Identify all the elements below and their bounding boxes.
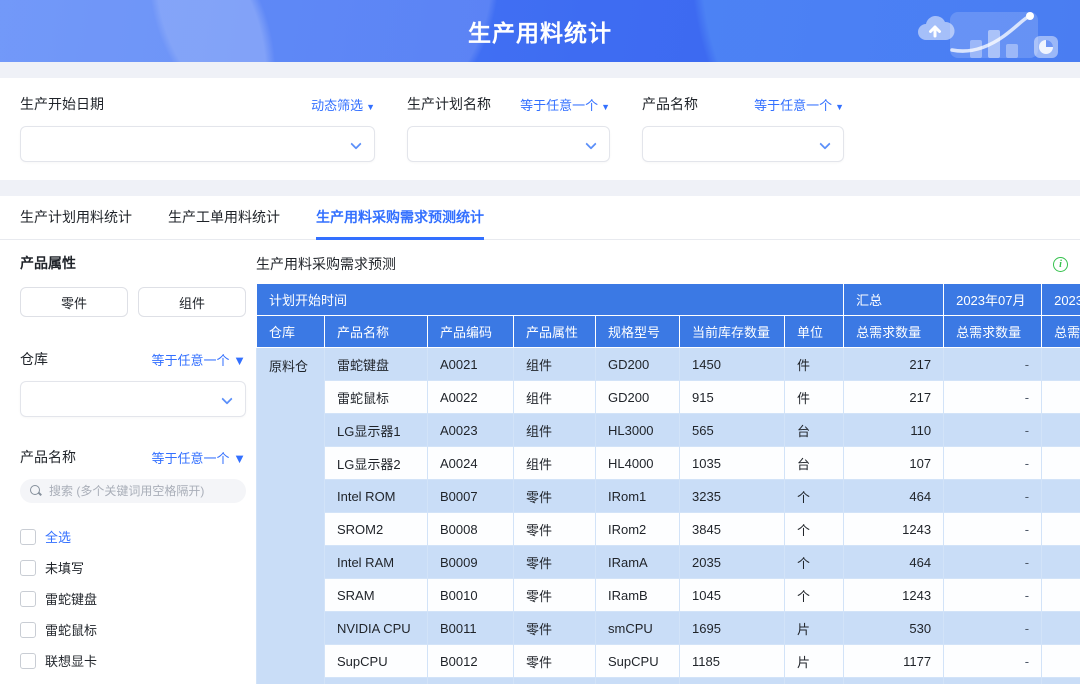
- warehouse-condition-link[interactable]: 等于任意一个 ▼: [152, 350, 246, 369]
- checkbox-razer-keyboard[interactable]: 雷蛇键盘: [20, 583, 246, 614]
- filter-group-product-name: 产品名称 等于任意一个▼: [642, 94, 844, 162]
- caret-down-icon: ▼: [366, 102, 375, 112]
- sidebar-product-name-label: 产品名称: [20, 447, 76, 467]
- chevron-down-icon: [819, 138, 830, 149]
- product-search-box: [20, 479, 246, 503]
- product-name-condition-link[interactable]: 等于任意一个▼: [754, 95, 844, 114]
- product-attribute-title: 产品属性: [20, 253, 246, 273]
- pie-chart-icon: [1034, 36, 1058, 58]
- tab-purchase-forecast-stats[interactable]: 生产用料采购需求预测统计: [316, 196, 484, 240]
- caret-down-icon: ▼: [601, 102, 610, 112]
- page-title: 生产用料统计: [468, 14, 612, 48]
- checkbox-select-all[interactable]: 全选: [20, 521, 246, 552]
- table-row[interactable]: NVIDIA CPUB0011零件smCPU1695片530-: [257, 612, 1080, 645]
- warehouse-label: 仓库: [20, 349, 48, 369]
- col-group-summary: 汇总: [844, 284, 944, 316]
- col-group-plan-start-time: 计划开始时间: [257, 284, 844, 316]
- attribute-button-components[interactable]: 组件: [138, 287, 246, 317]
- forecast-table: 计划开始时间 汇总 2023年07月 2023年0 仓库 产品名称 产品编码 产…: [256, 283, 1080, 684]
- col-group-month-next: 2023年0: [1042, 284, 1080, 316]
- checkbox-icon[interactable]: [20, 560, 36, 576]
- plan-name-select[interactable]: [407, 126, 610, 162]
- table-row[interactable]: Intel ROMB0007零件IRom13235个464-: [257, 480, 1080, 513]
- col-product-name: 产品名称: [325, 316, 428, 348]
- search-icon: [30, 485, 43, 498]
- checkbox-lenovo-hdd[interactable]: 联想硬盘: [20, 676, 246, 684]
- banner-analytics-decoration: [912, 6, 1062, 58]
- table-group-header-row: 计划开始时间 汇总 2023年07月 2023年0: [257, 284, 1080, 316]
- checkbox-razer-mouse[interactable]: 雷蛇鼠标: [20, 614, 246, 645]
- tab-bar: 生产计划用料统计 生产工单用料统计 生产用料采购需求预测统计: [0, 196, 1080, 240]
- col-unit: 单位: [785, 316, 844, 348]
- table-row[interactable]: SRAMB0010零件IRamB1045个1243-: [257, 579, 1080, 612]
- product-name-select[interactable]: [642, 126, 844, 162]
- main-panel: 生产计划用料统计 生产工单用料统计 生产用料采购需求预测统计 产品属性 零件 组…: [0, 196, 1080, 684]
- col-product-attr: 产品属性: [514, 316, 596, 348]
- checkbox-icon[interactable]: [20, 529, 36, 545]
- dynamic-filter-link[interactable]: 动态筛选▼: [311, 95, 375, 114]
- tab-workorder-material-stats[interactable]: 生产工单用料统计: [168, 196, 280, 240]
- start-date-select[interactable]: [20, 126, 375, 162]
- sidebar-product-name-condition-link[interactable]: 等于任意一个 ▼: [152, 448, 246, 467]
- warehouse-select[interactable]: [20, 381, 246, 417]
- chevron-down-icon: [221, 393, 232, 404]
- table-row[interactable]: 原料仓 雷蛇键盘A0021组件GD2001450件217-: [257, 348, 1080, 381]
- checkbox-not-filled[interactable]: 未填写: [20, 552, 246, 583]
- page-banner: 生产用料统计: [0, 0, 1080, 62]
- filter-label-plan-name: 生产计划名称: [407, 94, 491, 114]
- table-row[interactable]: SROM2B0008零件IRom23845个1243-: [257, 513, 1080, 546]
- caret-down-icon: ▼: [835, 102, 844, 112]
- checkbox-lenovo-gpu[interactable]: 联想显卡: [20, 645, 246, 676]
- product-search-input[interactable]: [49, 484, 236, 498]
- table-row-partial: [257, 678, 1080, 684]
- table-title: 生产用料采购需求预测: [256, 254, 396, 274]
- info-icon[interactable]: i: [1053, 257, 1068, 272]
- filter-group-start-date: 生产开始日期 动态筛选▼: [20, 94, 375, 162]
- plan-name-condition-link[interactable]: 等于任意一个▼: [520, 95, 610, 114]
- col-total-demand: 总需求数量: [844, 316, 944, 348]
- table-row[interactable]: Intel RAMB0009零件IRamA2035个464-: [257, 546, 1080, 579]
- col-month2-demand: 总需求数: [1042, 316, 1080, 348]
- filter-panel: 生产开始日期 动态筛选▼ 生产计划名称 等于任意一个▼ 产品名称 等于任意一个▼: [0, 78, 1080, 180]
- filter-label-product-name: 产品名称: [642, 94, 698, 114]
- col-product-code: 产品编码: [428, 316, 514, 348]
- table-row[interactable]: LG显示器2A0024组件HL40001035台107-: [257, 447, 1080, 480]
- filter-group-plan-name: 生产计划名称 等于任意一个▼: [407, 94, 610, 162]
- chevron-down-icon: [585, 138, 596, 149]
- warehouse-cell: 原料仓: [257, 348, 325, 684]
- product-checkbox-list: 全选 未填写 雷蛇键盘 雷蛇鼠标 联想显卡 联想硬盘 联想主板: [20, 521, 246, 684]
- col-stock: 当前库存数量: [680, 316, 785, 348]
- col-spec: 规格型号: [596, 316, 680, 348]
- col-month1-demand: 总需求数量: [944, 316, 1042, 348]
- chevron-down-icon: [350, 138, 361, 149]
- table-row[interactable]: LG显示器1A0023组件HL3000565台110-: [257, 414, 1080, 447]
- cloud-upload-icon: [918, 16, 955, 40]
- col-group-month-jul: 2023年07月: [944, 284, 1042, 316]
- checkbox-icon[interactable]: [20, 622, 36, 638]
- tab-plan-material-stats[interactable]: 生产计划用料统计: [20, 196, 132, 240]
- table-row[interactable]: 雷蛇鼠标A0022组件GD200915件217-: [257, 381, 1080, 414]
- table-row[interactable]: SupCPUB0012零件SupCPU1185片1177-: [257, 645, 1080, 678]
- checkbox-icon[interactable]: [20, 653, 36, 669]
- forecast-table-section: 生产用料采购需求预测 i 计划开始时间 汇总 2023年07月 2023年0: [256, 240, 1080, 684]
- attribute-button-parts[interactable]: 零件: [20, 287, 128, 317]
- checkbox-icon[interactable]: [20, 591, 36, 607]
- table-header-row: 仓库 产品名称 产品编码 产品属性 规格型号 当前库存数量 单位 总需求数量 总…: [257, 316, 1080, 348]
- col-warehouse: 仓库: [257, 316, 325, 348]
- filter-sidebar: 产品属性 零件 组件 仓库 等于任意一个 ▼ 产品名称 等于任意一个 ▼ 全选 …: [20, 240, 246, 684]
- filter-label-start-date: 生产开始日期: [20, 94, 104, 114]
